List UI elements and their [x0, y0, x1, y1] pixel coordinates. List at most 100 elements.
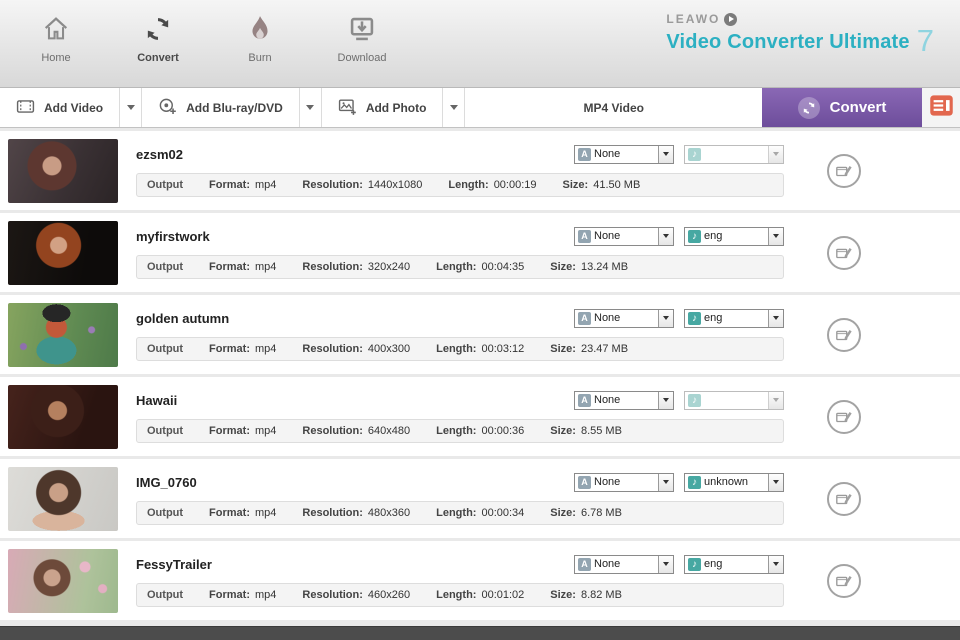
subtitle-icon: A [578, 229, 591, 243]
chevron-down-icon [768, 227, 783, 245]
convert-icon [144, 12, 172, 46]
output-info-bar: Output Format: mp4 Resolution: 320x240 Len… [136, 254, 784, 279]
add-photo-label: Add Photo [365, 100, 427, 115]
video-thumbnail [8, 302, 118, 367]
add-bluray-button[interactable]: Add Blu-ray/DVD [142, 88, 300, 127]
edit-button[interactable] [827, 563, 861, 598]
video-title: IMG_0760 [136, 474, 197, 490]
edit-icon [836, 411, 852, 422]
output-format-selector[interactable]: MP4 Video [465, 88, 762, 127]
main-nav: Home Convert Burn Download [24, 12, 394, 64]
music-note-icon: ♪ [688, 393, 701, 407]
subtitle-dropdown[interactable]: A None [574, 144, 674, 164]
edit-button[interactable] [827, 317, 861, 352]
edit-icon [836, 493, 852, 504]
add-photo-icon [338, 97, 357, 119]
chevron-down-icon [658, 555, 673, 573]
add-video-icon [16, 97, 35, 119]
audio-dropdown[interactable]: ♪ eng [684, 554, 784, 574]
panel-toggle-icon [928, 92, 955, 124]
nav-convert[interactable]: Convert [126, 12, 190, 64]
download-icon [348, 12, 376, 46]
add-video-button[interactable]: Add Video [0, 88, 121, 127]
brand-leawo-text: LEAWO [666, 12, 721, 26]
subtitle-icon: A [578, 393, 591, 407]
chevron-down-icon [768, 309, 783, 327]
edit-icon [836, 329, 852, 340]
chevron-down-icon [768, 391, 783, 409]
nav-download-label: Download [337, 52, 387, 64]
video-thumbnail [8, 466, 118, 531]
nav-convert-label: Convert [137, 52, 179, 64]
chevron-down-icon [768, 555, 783, 573]
add-bluray-dropdown-caret[interactable] [300, 88, 322, 127]
nav-burn[interactable]: Burn [228, 12, 292, 64]
subtitle-icon: A [578, 475, 591, 489]
subtitle-dropdown[interactable]: A None [574, 226, 674, 246]
chevron-down-icon [658, 309, 673, 327]
video-row[interactable]: Hawaii A None ♪ Output Format: mp4 Resol… [0, 377, 960, 456]
music-note-icon: ♪ [688, 475, 701, 489]
video-thumbnail [8, 220, 118, 285]
subtitle-dropdown[interactable]: A None [574, 472, 674, 492]
audio-dropdown[interactable]: ♪ [684, 390, 784, 410]
nav-home[interactable]: Home [24, 12, 88, 64]
add-photo-dropdown-caret[interactable] [443, 88, 466, 127]
subtitle-dropdown[interactable]: A None [574, 554, 674, 574]
subtitle-dropdown[interactable]: A None [574, 390, 674, 410]
music-note-icon: ♪ [688, 229, 701, 243]
audio-dropdown[interactable]: ♪ eng [684, 226, 784, 246]
video-thumbnail [8, 548, 118, 613]
convert-button-label: Convert [829, 99, 887, 116]
video-row[interactable]: ezsm02 A None ♪ Output Format: mp4 Resol… [0, 131, 960, 210]
music-note-icon: ♪ [688, 311, 701, 325]
nav-download[interactable]: Download [330, 12, 394, 64]
bottom-status-bar [0, 626, 960, 640]
output-info-bar: Output Format: mp4 Resolution: 1440x1080 L… [136, 172, 784, 197]
burn-icon [247, 12, 273, 46]
audio-dropdown[interactable]: ♪ [684, 144, 784, 164]
output-info-bar: Output Format: mp4 Resolution: 640x480 Len… [136, 418, 784, 443]
chevron-down-icon [658, 473, 673, 491]
brand-title: Video Converter Ultimate [666, 31, 910, 54]
convert-button[interactable]: Convert [762, 88, 922, 127]
video-thumbnail [8, 384, 118, 449]
chevron-down-icon [768, 145, 783, 163]
output-panel-toggle[interactable] [922, 88, 960, 127]
chevron-down-icon [658, 227, 673, 245]
app-window: Home Convert Burn Download LEAWO Video C… [0, 0, 960, 640]
brand-logo-icon [724, 12, 738, 26]
edit-icon [836, 165, 852, 176]
output-info-bar: Output Format: mp4 Resolution: 460x260 Len… [136, 582, 784, 607]
convert-circle-icon [797, 96, 820, 119]
music-note-icon: ♪ [688, 557, 701, 571]
subtitle-icon: A [578, 147, 591, 161]
home-icon [41, 12, 71, 46]
video-title: Hawaii [136, 392, 178, 408]
video-row[interactable]: golden autumn A None ♪ eng Output Format… [0, 295, 960, 374]
video-row[interactable]: IMG_0760 A None ♪ unknown Output Format:… [0, 459, 960, 538]
add-bluray-label: Add Blu-ray/DVD [186, 100, 283, 115]
subtitle-dropdown[interactable]: A None [574, 308, 674, 328]
edit-button[interactable] [827, 399, 861, 434]
brand: LEAWO Video Converter Ultimate 7 [666, 12, 934, 58]
header: Home Convert Burn Download LEAWO Video C… [0, 0, 960, 88]
edit-button[interactable] [827, 235, 861, 270]
edit-icon [836, 575, 852, 586]
brand-version: 7 [916, 23, 934, 58]
music-note-icon: ♪ [688, 147, 701, 161]
video-list: ezsm02 A None ♪ Output Format: mp4 Resol… [0, 128, 960, 626]
add-bluray-icon [158, 97, 177, 119]
add-video-dropdown-caret[interactable] [120, 88, 143, 127]
video-row[interactable]: FessyTrailer A None ♪ eng Output Format:… [0, 541, 960, 620]
audio-dropdown[interactable]: ♪ unknown [684, 472, 784, 492]
add-video-label: Add Video [44, 100, 104, 115]
audio-dropdown[interactable]: ♪ eng [684, 308, 784, 328]
edit-button[interactable] [827, 153, 861, 188]
video-row[interactable]: myfirstwork A None ♪ eng Output Format: … [0, 213, 960, 292]
output-info-bar: Output Format: mp4 Resolution: 400x300 Len… [136, 336, 784, 361]
add-photo-button[interactable]: Add Photo [321, 88, 444, 127]
chevron-down-icon [658, 391, 673, 409]
edit-button[interactable] [827, 481, 861, 516]
edit-icon [836, 247, 852, 258]
